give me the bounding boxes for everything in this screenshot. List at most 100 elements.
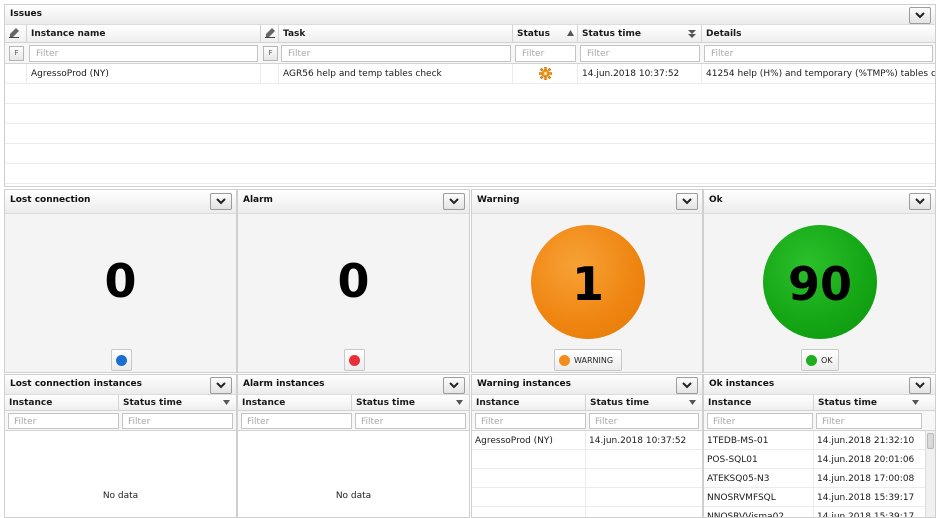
column-header-task[interactable]: Task [279,25,513,43]
table-row-empty [5,84,935,104]
filter-input-instance[interactable]: Filter [475,413,586,429]
filter-input-instance[interactable]: Filter [707,413,813,429]
column-header-instance[interactable]: Instance [5,395,119,411]
scrollbar-thumb[interactable] [927,433,934,449]
no-data-message: No data [335,491,372,501]
list-item[interactable]: ATEKSQ05-N3 14.jun.2018 17:00:08 [704,469,926,488]
column-header-status[interactable]: Status [513,25,578,43]
lost-connection-collapse-button[interactable] [210,193,232,210]
list-item[interactable]: NNOSRVVisma02 14.jun.2018 15:39:17 [704,507,926,518]
column-header-details[interactable]: Details [702,25,935,43]
cell-status-time: 14.jun.2018 15:39:17 [817,512,915,518]
table-row[interactable]: AgressoProd (NY) AGR56 help and temp tab… [5,64,935,84]
list-item-empty [472,507,702,517]
edit-icon [265,28,275,38]
no-data-message: No data [102,491,139,501]
edit-icon [9,28,19,38]
lost-connection-instances-column-headers: Instance Status time [5,395,236,411]
cell-instance: 1TEDB-MS-01 [704,431,814,450]
filter-input-instance[interactable]: Filter [8,413,119,429]
column-header-instance[interactable]: Instance [238,395,352,411]
lost-connection-panel: Lost connection 0 [4,189,237,373]
warning-count: 1 [571,257,604,311]
warning-instances-collapse-button[interactable] [676,377,698,394]
lost-connection-instances-header: Lost connection instances [5,375,236,395]
filter-input-status[interactable]: Filter [515,45,576,62]
ok-instances-column-headers: Instance Status time [704,395,935,411]
column-header-status-time[interactable]: Status time [352,395,469,411]
alarm-title: Alarm [243,195,273,205]
lost-connection-status-button[interactable] [111,349,132,371]
chevron-down-icon [915,382,925,389]
alarm-instances-collapse-button[interactable] [443,377,465,394]
chevron-down-icon [682,198,692,205]
column-header-instance[interactable]: Instance [704,395,814,411]
filter-input-status-time[interactable]: Filter [122,413,233,429]
cell-status-time: 14.jun.2018 10:37:52 [589,436,687,446]
column-header-status-time[interactable]: Status time [814,395,927,411]
chevron-down-icon [216,198,226,205]
cell-instance: NNOSRVVisma02 [704,507,814,517]
ok-instances-collapse-button[interactable] [909,377,931,394]
filter-input-details[interactable]: Filter [704,45,933,62]
issues-table-body: AgressoProd (NY) AGR56 help and temp tab… [5,64,935,186]
edit-column-header[interactable] [5,25,27,43]
sort-descending-icon [689,400,696,405]
vertical-scrollbar[interactable] [925,431,935,517]
green-status-dot-icon [806,355,817,366]
list-item[interactable]: POS-SQL01 14.jun.2018 20:01:06 [704,450,926,469]
column-header-status-time[interactable]: Status time [578,25,702,43]
alarm-panel: Alarm 0 [237,189,470,373]
filter-input-status-time[interactable]: Filter [580,45,700,62]
list-item-empty [472,450,702,469]
edit-column-header[interactable] [261,25,279,43]
alarm-count: 0 [337,254,370,308]
alarm-instances-title: Alarm instances [243,379,325,389]
ok-collapse-button[interactable] [909,193,931,210]
alarm-status-button[interactable] [344,349,365,371]
table-row-empty [5,144,935,164]
ok-count: 90 [787,257,852,311]
sort-descending-icon [456,400,463,405]
ok-panel: Ok 90 OK [703,189,936,373]
issues-filter-row: F Filter F Filter Filter Filter Filter [5,43,935,64]
chevron-down-icon [682,382,692,389]
list-item[interactable]: 1TEDB-MS-01 14.jun.2018 21:32:10 [704,431,926,450]
orange-status-dot-icon [559,355,570,366]
warning-instances-title: Warning instances [477,379,572,389]
list-item[interactable]: NNOSRVMFSQL 14.jun.2018 15:39:17 [704,488,926,507]
chevron-down-icon [449,198,459,205]
warning-status-button[interactable]: WARNING [554,349,622,371]
alarm-collapse-button[interactable] [443,193,465,210]
cell-task: AGR56 help and temp tables check [279,64,513,84]
column-header-status-label: Status [517,29,550,39]
ok-instances-title: Ok instances [709,379,775,389]
warning-status-label: WARNING [574,356,614,365]
lost-connection-instances-panel: Lost connection instances Instance Statu… [4,374,237,518]
filter-input-instance-name[interactable]: Filter [29,45,258,62]
cell-details: 41254 help (H%) and temporary (%TMP%) ta… [706,69,936,79]
filter-input-status-time[interactable]: Filter [355,413,466,429]
column-header-status-time-label: Status time [582,29,641,39]
column-header-instance[interactable]: Instance [472,395,586,411]
filter-input-instance[interactable]: Filter [241,413,352,429]
filter-input-task[interactable]: Filter [281,45,511,62]
list-item-empty [472,488,702,507]
filter-options-button[interactable]: F [9,46,24,61]
column-header-instance-name[interactable]: Instance name [27,25,261,43]
alarm-instances-filter-row: Filter Filter [238,411,469,431]
warning-collapse-button[interactable] [676,193,698,210]
warning-header: Warning [472,190,702,214]
filter-input-status-time[interactable]: Filter [816,413,922,429]
lost-connection-instances-collapse-button[interactable] [210,377,232,394]
ok-status-button[interactable]: OK [801,349,839,371]
sort-descending-icon [912,400,919,405]
ok-instances-header: Ok instances [704,375,935,395]
issues-collapse-button[interactable] [909,7,931,24]
lost-connection-header: Lost connection [5,190,236,214]
column-header-status-time[interactable]: Status time [586,395,702,411]
list-item[interactable]: AgressoProd (NY) 14.jun.2018 10:37:52 [472,431,702,450]
filter-options-button[interactable]: F [263,46,278,61]
column-header-status-time[interactable]: Status time [119,395,236,411]
filter-input-status-time[interactable]: Filter [589,413,699,429]
